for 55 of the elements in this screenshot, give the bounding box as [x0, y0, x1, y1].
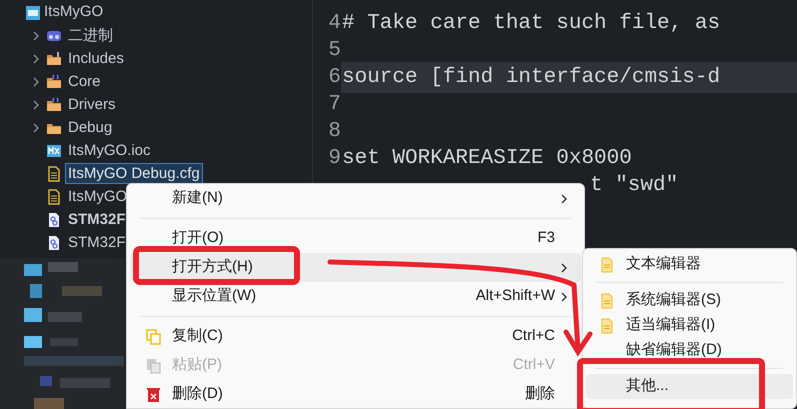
line-number: 5: [327, 38, 341, 64]
mx-file-icon: [46, 142, 62, 158]
paste-icon: [146, 358, 161, 374]
tree-item[interactable]: STM32F: [65, 232, 129, 253]
menu-item[interactable]: 其他...: [586, 374, 793, 399]
file-icon: [600, 292, 615, 308]
line-number: 9: [327, 146, 341, 172]
menu-item[interactable]: 打开(O) F3: [130, 224, 581, 253]
menu-item[interactable]: 缺省编辑器(D): [586, 338, 793, 363]
text-file-icon: [46, 166, 62, 182]
tree-item[interactable]: Drivers: [65, 94, 118, 115]
tree-item[interactable]: Includes: [65, 48, 127, 69]
tree-item[interactable]: Debug: [65, 117, 116, 138]
folder-icon: [46, 50, 62, 66]
menu-item[interactable]: 复制(C) Ctrl+C: [130, 322, 581, 351]
tree-item[interactable]: Core: [65, 71, 104, 92]
folder-icon: [46, 96, 62, 112]
link-file-icon: [46, 212, 62, 228]
code-line: set WORKAREASIZE 0x8000: [341, 146, 632, 172]
shortcut-text: Ctrl+C: [512, 326, 555, 346]
line-number: 7: [327, 92, 341, 118]
menu-item[interactable]: 系统编辑器(S): [586, 288, 793, 313]
link-file-icon: [46, 234, 62, 250]
chevron-right-icon[interactable]: [32, 30, 40, 40]
menu-item[interactable]: 文本编辑器: [586, 252, 793, 277]
tree-item[interactable]: ItsMyGO Debug.cfg: [65, 163, 203, 184]
file-icon: [600, 256, 615, 272]
project-icon: [26, 6, 40, 20]
chevron-right-icon[interactable]: [32, 54, 40, 64]
shortcut-text: Ctrl+V: [512, 355, 555, 376]
tree-item[interactable]: STM32F: [65, 209, 129, 230]
line-number: 6: [327, 64, 341, 91]
trash-icon: [146, 386, 161, 402]
shortcut-text: F3: [537, 228, 555, 248]
text-file-icon: [46, 188, 62, 204]
line-number: 4: [327, 10, 341, 37]
project-name[interactable]: ItsMyGO: [44, 1, 104, 24]
menu-item[interactable]: 显示位置(W) Alt+Shift+W: [130, 282, 581, 311]
menu-item[interactable]: 适当编辑器(I): [586, 313, 793, 338]
copy-icon: [146, 328, 161, 344]
menu-item[interactable]: 新建(N): [130, 184, 581, 213]
tree-item[interactable]: ItsMyGO.ioc: [65, 140, 154, 161]
chevron-right-icon[interactable]: [32, 122, 40, 132]
shortcut-text: 删除: [525, 384, 555, 404]
menu-item[interactable]: 删除(D) 删除: [130, 380, 581, 409]
chevron-right-icon[interactable]: [32, 100, 40, 110]
folder-icon: [46, 74, 62, 90]
chevron-right-icon[interactable]: [32, 76, 40, 86]
file-icon: [600, 318, 615, 334]
tree-item[interactable]: ItsMyGO: [65, 186, 130, 207]
tree-item[interactable]: 二进制: [65, 25, 116, 46]
code-line: # Take care that such file, as: [341, 10, 720, 37]
code-line: t "swd": [589, 172, 678, 199]
line-number: 8: [327, 118, 341, 145]
shortcut-text: Alt+Shift+W: [476, 286, 555, 306]
